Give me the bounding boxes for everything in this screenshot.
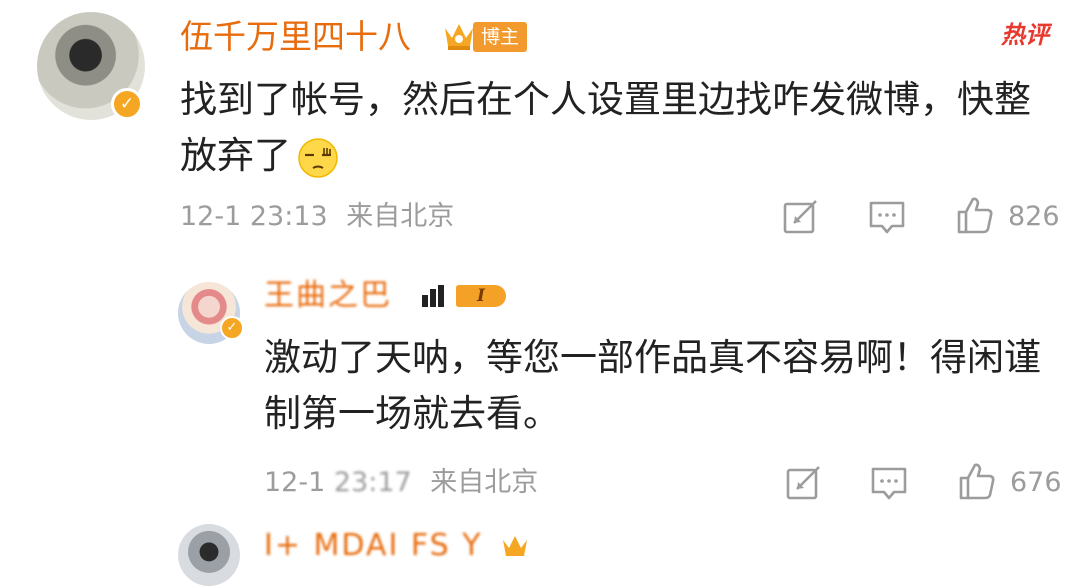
verified-icon: ✓ [220, 316, 244, 340]
rank-icon [422, 285, 444, 307]
like-icon[interactable] [955, 195, 995, 235]
comment-text: 找到了帐号，然后在个人设置里边找咋发微博，快整放弃了 [180, 78, 1031, 178]
comment-time: 12-1 23:13 [180, 201, 328, 232]
comment-time-obscured: 23:17 [333, 467, 412, 498]
like-count: 826 [1008, 201, 1060, 232]
comment-location: 来自北京 [346, 201, 455, 232]
like-icon[interactable] [957, 461, 997, 501]
commenter-name[interactable]: 伍千万里四十八 [180, 17, 411, 57]
crown-icon [503, 536, 527, 556]
hot-comment-label: 热评 [1001, 21, 1049, 49]
comment-icon[interactable] [869, 463, 909, 503]
crown-icon [445, 24, 473, 50]
commenter-name[interactable]: I+ MDAI FS Y [264, 526, 483, 566]
like-count: 676 [1010, 467, 1062, 498]
verified-icon: ✓ [111, 88, 143, 120]
repost-icon[interactable] [780, 197, 820, 237]
comment-location: 来自北京 [430, 467, 539, 498]
commenter-name[interactable]: 王曲之巴 [264, 276, 392, 316]
comment-time: 12-1 [264, 467, 326, 498]
avatar[interactable] [178, 524, 240, 586]
squint-emoji-icon [298, 137, 338, 178]
blogger-badge: 博主 [473, 22, 528, 52]
comment-text: 激动了天呐，等您一部作品真不容易啊！得闲谨制第一场就去看。 [264, 336, 1041, 435]
repost-icon[interactable] [783, 463, 823, 503]
comment-meta: 12-1 23:17 来自北京 [264, 466, 538, 500]
comment-meta: 12-1 23:13 来自北京 [180, 200, 454, 234]
rank-badge: I [456, 285, 506, 307]
comment-icon[interactable] [867, 197, 907, 237]
